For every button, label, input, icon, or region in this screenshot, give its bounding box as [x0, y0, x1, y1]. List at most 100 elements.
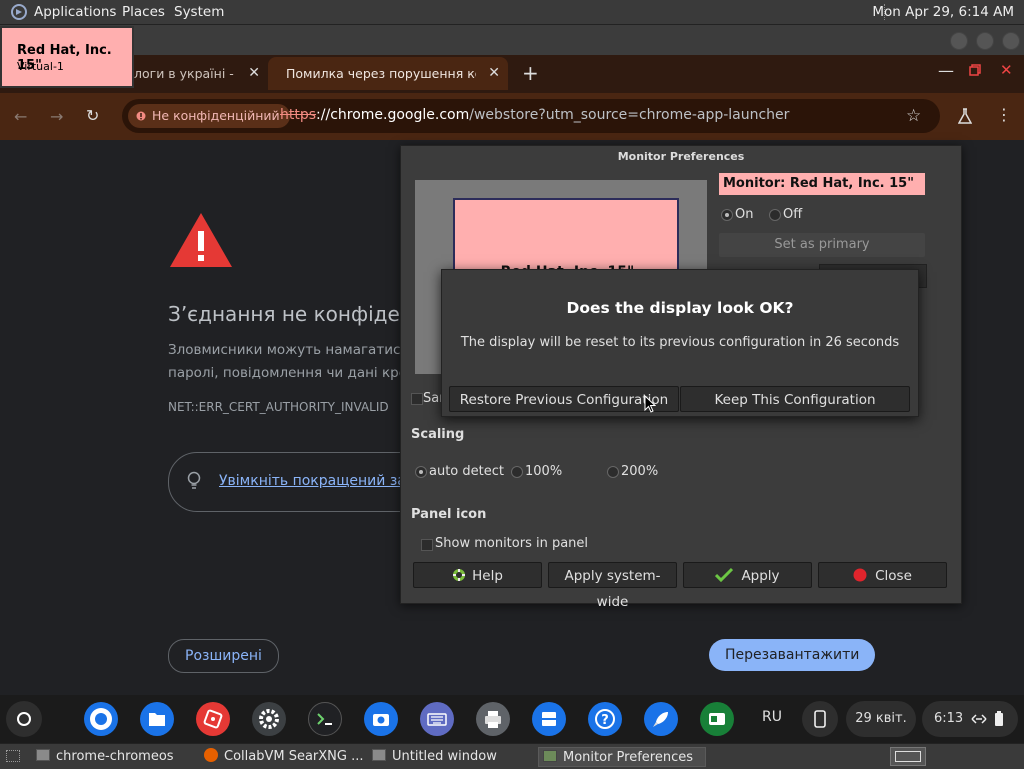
keyboard-icon[interactable]	[420, 702, 454, 736]
printer-icon[interactable]	[476, 702, 510, 736]
mouse-cursor-icon	[644, 395, 656, 413]
scaling-auto-label: auto detect	[429, 464, 504, 479]
lightbulb-icon	[187, 471, 201, 491]
restore-previous-label: Restore Previous Configuration	[459, 392, 669, 408]
chromeos-shelf: ? RU 29 квіт. 6:13	[0, 695, 1024, 743]
apply-system-wide-label: Apply system-wide	[564, 568, 661, 610]
error-description-line: паролі, повідомлення чи дані креди	[168, 365, 426, 381]
security-chip[interactable]: Не конфіденційний	[128, 104, 290, 128]
labs-flask-icon[interactable]	[958, 108, 972, 124]
url-path: /webstore?utm_source=chrome-app-launcher	[469, 107, 790, 123]
tab-label: Помилка через порушення конфі	[286, 66, 476, 81]
distro-logo-icon[interactable]	[10, 4, 28, 20]
card-icon[interactable]	[700, 702, 734, 736]
monitor-icon	[543, 750, 557, 762]
new-tab-button[interactable]: +	[522, 61, 539, 85]
url-text[interactable]: https://chrome.google.com/webstore?utm_s…	[280, 107, 789, 123]
rocket-icon[interactable]	[644, 702, 678, 736]
date-tray[interactable]: 29 квіт.	[846, 701, 916, 737]
launcher-button[interactable]	[6, 701, 42, 737]
reload-icon[interactable]: ↻	[86, 106, 99, 125]
wm-minimize-button[interactable]	[950, 32, 968, 50]
scaling-200-radio[interactable]	[607, 466, 619, 478]
confirm-question: Does the display look OK?	[566, 299, 794, 317]
close-red-icon	[853, 568, 867, 582]
power-on-radio[interactable]	[721, 209, 733, 221]
scaling-100-label: 100%	[525, 464, 563, 479]
scaling-auto-radio[interactable]	[415, 466, 427, 478]
ime-indicator[interactable]: RU	[762, 709, 782, 725]
phone-hub-button[interactable]	[802, 701, 838, 737]
power-on-label: On	[735, 207, 754, 222]
danger-triangle-icon	[168, 211, 234, 269]
error-description: Зловмисники можуть намагатися в паролі, …	[168, 339, 425, 385]
files-icon[interactable]	[140, 702, 174, 736]
monitor-osd-label: Red Hat, Inc. 15" Virtual-1	[0, 26, 134, 88]
panel-icon-heading: Panel icon	[411, 507, 487, 522]
back-icon[interactable]: ←	[14, 107, 27, 126]
taskbar-item-label: Monitor Preferences	[563, 750, 694, 765]
help-icon[interactable]: ?	[588, 702, 622, 736]
top-panel: Applications Places System Mon Apr 29, 6…	[0, 0, 1024, 25]
apply-button-label: Apply	[741, 568, 780, 584]
minimize-icon[interactable]: —	[938, 61, 954, 80]
osd-subtitle: Virtual-1	[17, 60, 64, 73]
chrome-icon[interactable]	[84, 702, 118, 736]
help-button[interactable]: Help	[413, 562, 542, 588]
menu-kebab-icon[interactable]: ⋮	[996, 105, 1012, 124]
window-titlebar[interactable]	[0, 25, 1024, 55]
power-off-radio[interactable]	[769, 209, 781, 221]
apply-button[interactable]: Apply	[683, 562, 812, 588]
app-tile-icon[interactable]	[196, 702, 230, 736]
tab-close-icon[interactable]: ✕	[248, 65, 260, 81]
help-lifebuoy-icon	[452, 568, 466, 582]
close-button[interactable]: Close	[818, 562, 947, 588]
warning-icon	[136, 111, 146, 121]
checkmark-icon	[715, 567, 734, 583]
wm-close-button[interactable]	[1002, 32, 1020, 50]
apply-system-wide-button[interactable]: Apply system-wide	[548, 562, 677, 610]
close-button-label: Close	[875, 568, 912, 584]
system-menu[interactable]: System	[174, 4, 224, 20]
taskbar-item[interactable]: Untitled window	[372, 747, 532, 767]
keep-configuration-label: Keep This Configuration	[714, 392, 876, 408]
applications-menu[interactable]: Applications	[34, 4, 116, 20]
tab-close-icon[interactable]: ✕	[488, 65, 500, 81]
confirm-display-dialog: Does the display look OK? The display wi…	[441, 269, 919, 417]
clock[interactable]: Mon Apr 29, 6:14 AM	[872, 4, 1014, 20]
workspace-thumbnail	[895, 751, 921, 762]
network-arrows-icon	[970, 712, 988, 726]
set-primary-button[interactable]: Set as primary	[719, 233, 925, 257]
places-menu[interactable]: Places	[122, 4, 165, 20]
close-window-icon[interactable]: ✕	[1000, 61, 1013, 79]
same-image-checkbox[interactable]	[411, 393, 423, 405]
workspace-switcher[interactable]	[890, 747, 926, 766]
wm-maximize-button[interactable]	[976, 32, 994, 50]
bookmark-star-icon[interactable]: ☆	[906, 106, 921, 126]
restore-icon[interactable]	[969, 64, 981, 76]
forward-icon[interactable]: →	[50, 107, 63, 126]
show-desktop-icon[interactable]	[6, 750, 20, 762]
reload-button[interactable]: Перезавантажити	[709, 639, 876, 671]
advanced-button[interactable]: Розширені	[168, 639, 279, 673]
battery-icon	[994, 711, 1004, 727]
tab-active[interactable]: Помилка через порушення конфі ✕	[268, 57, 508, 90]
status-tray[interactable]: 6:13	[922, 701, 1018, 737]
taskbar-item-label: CollabVM SearXNG ...	[224, 749, 364, 764]
scaling-100-radio[interactable]	[511, 466, 523, 478]
url-scheme: https	[280, 107, 317, 123]
camera-icon[interactable]	[364, 702, 398, 736]
address-bar[interactable]: Не конфіденційний https://chrome.google.…	[122, 99, 940, 133]
settings-icon[interactable]	[252, 702, 286, 736]
taskbar-item[interactable]: chrome-chromeos	[36, 747, 196, 767]
taskbar-item-active[interactable]: Monitor Preferences	[538, 747, 706, 767]
keep-configuration-button[interactable]: Keep This Configuration	[680, 386, 910, 412]
time-label: 6:13	[934, 711, 964, 726]
terminal-icon[interactable]	[308, 702, 342, 736]
taskbar-item[interactable]: CollabVM SearXNG ...	[204, 747, 369, 767]
show-monitors-checkbox[interactable]	[421, 539, 433, 551]
window-icon	[372, 749, 386, 761]
scanner-icon[interactable]	[532, 702, 566, 736]
enhanced-protection-link[interactable]: Увімкніть покращений зах	[219, 473, 414, 489]
tab-inactive[interactable]: логи в україні - Пош ✕	[120, 57, 268, 90]
